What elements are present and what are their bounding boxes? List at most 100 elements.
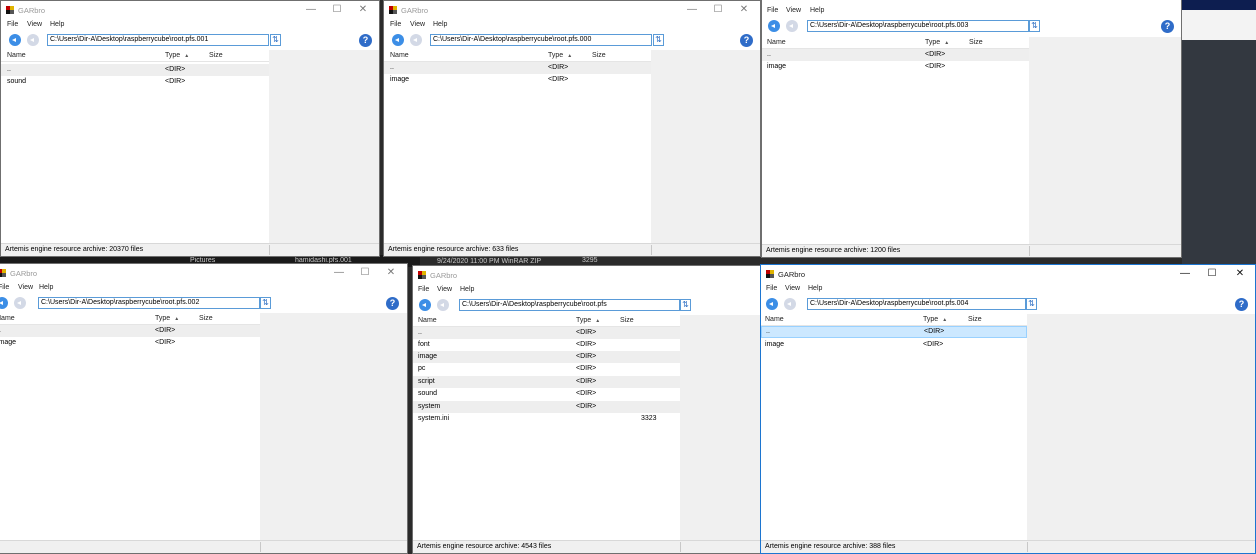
list-item[interactable]: image <DIR>	[762, 61, 1029, 73]
title-bar[interactable]: GARbro — ☐ ✕	[761, 265, 1255, 284]
column-type[interactable]: Type ▲	[165, 52, 189, 59]
list-item[interactable]: pc <DIR>	[413, 363, 680, 375]
file-list[interactable]: Name Type▲ Size .. <DIR> image <DIR>	[761, 314, 1027, 541]
garbro-window-pfs-001[interactable]: GARbro — ☐ ✕ File View Help C:\Users\Dir…	[0, 0, 380, 257]
list-item[interactable]: .. <DIR>	[1, 64, 269, 76]
maximize-button[interactable]: ☐	[708, 3, 728, 17]
back-arrow-icon[interactable]	[768, 20, 780, 32]
list-item[interactable]: script <DIR>	[413, 376, 680, 388]
forward-arrow-icon[interactable]	[410, 34, 422, 46]
column-name[interactable]: Name	[390, 52, 409, 59]
refresh-icon[interactable]: ⇅	[680, 299, 691, 311]
file-list[interactable]: Name Type ▲ Size .. <DIR> sound <DIR>	[1, 50, 269, 244]
minimize-button[interactable]: —	[329, 266, 349, 280]
maximize-button[interactable]: ☐	[355, 266, 375, 280]
column-type[interactable]: Type ▲	[923, 316, 947, 323]
menu-view[interactable]: View	[785, 285, 800, 292]
forward-arrow-icon[interactable]	[27, 34, 39, 46]
menu-file[interactable]: File	[7, 21, 18, 28]
column-type[interactable]: Type ▲	[155, 315, 179, 322]
column-size[interactable]: Size	[592, 52, 606, 59]
list-item[interactable]: image <DIR>	[413, 351, 680, 363]
path-input[interactable]: C:\Users\Dir-A\Desktop\raspberrycube\roo…	[430, 34, 652, 46]
garbro-window-root-pfs[interactable]: GARbro File View Help C:\Users\Dir-A\Des…	[412, 265, 763, 554]
list-item[interactable]: system <DIR>	[413, 401, 680, 413]
menu-help[interactable]: Help	[50, 21, 64, 28]
title-bar[interactable]: GARbro — ☐ ✕	[1, 1, 379, 20]
list-item[interactable]: .. <DIR>	[762, 49, 1029, 61]
help-icon[interactable]: ?	[740, 34, 753, 47]
path-input[interactable]: C:\Users\Dir-A\Desktop\raspberrycube\roo…	[807, 20, 1029, 32]
close-button[interactable]: ✕	[381, 266, 401, 280]
forward-arrow-icon[interactable]	[784, 298, 796, 310]
garbro-window-pfs-002[interactable]: GARbro — ☐ ✕ File View Help C:\Users\Dir…	[0, 263, 408, 554]
minimize-button[interactable]: —	[682, 3, 702, 17]
maximize-button[interactable]: ☐	[1202, 267, 1222, 281]
help-icon[interactable]: ?	[359, 34, 372, 47]
list-item[interactable]: image <DIR>	[0, 337, 260, 349]
forward-arrow-icon[interactable]	[786, 20, 798, 32]
help-icon[interactable]: ?	[1161, 20, 1174, 33]
menu-help[interactable]: Help	[433, 21, 447, 28]
garbro-window-pfs-004[interactable]: GARbro — ☐ ✕ File View Help C:\Users\Dir…	[760, 264, 1256, 554]
back-arrow-icon[interactable]	[9, 34, 21, 46]
menu-view[interactable]: View	[437, 286, 452, 293]
path-input[interactable]: C:\Users\Dir-A\Desktop\raspberrycube\roo…	[47, 34, 269, 46]
refresh-icon[interactable]: ⇅	[653, 34, 664, 46]
close-button[interactable]: ✕	[353, 3, 373, 17]
menu-file[interactable]: File	[418, 286, 429, 293]
column-name[interactable]: Name	[0, 315, 15, 322]
menu-file[interactable]: File	[0, 284, 9, 291]
garbro-window-pfs-000[interactable]: GARbro — ☐ ✕ File View Help C:\Users\Dir…	[383, 0, 761, 257]
column-size[interactable]: Size	[969, 39, 983, 46]
menu-help[interactable]: Help	[808, 285, 822, 292]
list-item[interactable]: image <DIR>	[761, 339, 1027, 351]
list-item[interactable]: sound <DIR>	[1, 76, 269, 88]
menu-view[interactable]: View	[18, 284, 33, 291]
list-item[interactable]: system.ini 3323	[413, 413, 680, 425]
list-item-selected[interactable]: .. <DIR>	[761, 326, 1027, 338]
refresh-icon[interactable]: ⇅	[1029, 20, 1040, 32]
column-name[interactable]: Name	[765, 316, 784, 323]
list-item[interactable]: .. <DIR>	[384, 62, 651, 74]
minimize-button[interactable]: —	[301, 3, 321, 17]
back-arrow-icon[interactable]	[392, 34, 404, 46]
column-size[interactable]: Size	[968, 316, 982, 323]
file-list[interactable]: Name Type▲ Size .. <DIR> image <DIR>	[384, 50, 651, 244]
menu-view[interactable]: View	[410, 21, 425, 28]
menu-help[interactable]: Help	[810, 7, 824, 14]
menu-file[interactable]: File	[766, 285, 777, 292]
file-list[interactable]: Name Type▲ Size .. <DIR> image <DIR>	[762, 37, 1029, 245]
file-list[interactable]: Name Type▲ Size .. <DIR> image <DIR>	[0, 313, 260, 541]
back-arrow-icon[interactable]	[766, 298, 778, 310]
list-item[interactable]: sound <DIR>	[413, 388, 680, 400]
close-button[interactable]: ✕	[1230, 267, 1250, 281]
path-input[interactable]: C:\Users\Dir-A\Desktop\raspberrycube\roo…	[807, 298, 1026, 310]
list-item[interactable]: .. <DIR>	[413, 327, 680, 339]
title-bar[interactable]: GARbro — ☐ ✕	[0, 264, 407, 283]
forward-arrow-icon[interactable]	[14, 297, 26, 309]
column-size[interactable]: Size	[199, 315, 213, 322]
help-icon[interactable]: ?	[386, 297, 399, 310]
column-size[interactable]: Size	[620, 317, 634, 324]
column-name[interactable]: Name	[767, 39, 786, 46]
column-size[interactable]: Size	[209, 52, 223, 59]
column-name[interactable]: Name	[7, 52, 26, 59]
maximize-button[interactable]: ☐	[327, 3, 347, 17]
path-input[interactable]: C:\Users\Dir-A\Desktop\raspberrycube\roo…	[459, 299, 680, 311]
file-list[interactable]: Name Type ▲ Size .. <DIR> font <DIR> image <…	[413, 315, 680, 541]
title-bar[interactable]: GARbro — ☐ ✕	[384, 1, 760, 20]
menu-view[interactable]: View	[786, 7, 801, 14]
column-name[interactable]: Name	[418, 317, 437, 324]
close-button[interactable]: ✕	[734, 3, 754, 17]
forward-arrow-icon[interactable]	[437, 299, 449, 311]
path-input[interactable]: C:\Users\Dir-A\Desktop\raspberrycube\roo…	[38, 297, 260, 309]
minimize-button[interactable]: —	[1175, 267, 1195, 281]
column-type[interactable]: Type ▲	[925, 39, 949, 46]
menu-file[interactable]: File	[390, 21, 401, 28]
column-type[interactable]: Type ▲	[576, 317, 600, 324]
menu-help[interactable]: Help	[39, 284, 53, 291]
garbro-window-pfs-003[interactable]: File View Help C:\Users\Dir-A\Desktop\ra…	[761, 0, 1182, 258]
list-item[interactable]: font <DIR>	[413, 339, 680, 351]
back-arrow-icon[interactable]	[419, 299, 431, 311]
